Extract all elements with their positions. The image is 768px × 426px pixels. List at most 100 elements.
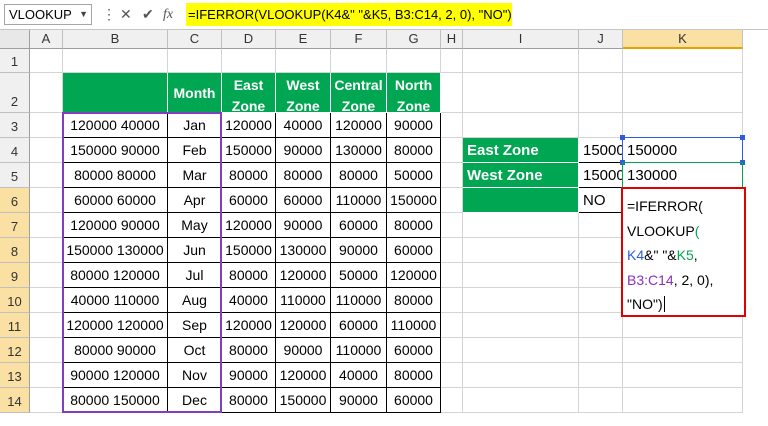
cell-f1[interactable] <box>331 49 387 73</box>
column-header-a[interactable]: A <box>30 30 63 49</box>
column-header-j[interactable]: J <box>579 30 623 49</box>
cell-k12[interactable] <box>623 338 743 363</box>
cell-i12[interactable] <box>463 338 579 363</box>
table-cell[interactable]: 80000 <box>222 388 276 413</box>
table-cell[interactable]: 120000 <box>222 213 276 238</box>
cell-a6[interactable] <box>30 188 63 213</box>
cell-j8[interactable] <box>579 238 623 263</box>
cell-i14[interactable] <box>463 388 579 413</box>
cell-h12[interactable] <box>441 338 463 363</box>
table-cell[interactable]: 110000 <box>276 288 331 313</box>
table-cell[interactable]: 150000 <box>222 138 276 163</box>
cell-i10[interactable] <box>463 288 579 313</box>
cell-i7[interactable] <box>463 213 579 238</box>
resize-handle-icon[interactable] <box>740 135 745 140</box>
cell-h5[interactable] <box>441 163 463 188</box>
table-cell[interactable]: 120000 <box>276 363 331 388</box>
cell-h6[interactable] <box>441 188 463 213</box>
cell-j3[interactable] <box>579 113 623 138</box>
lookup-key-cell[interactable]: 80000 120000 <box>63 263 168 288</box>
cell-h9[interactable] <box>441 263 463 288</box>
lookup-key-cell[interactable]: 80000 80000 <box>63 163 168 188</box>
table-cell[interactable]: Nov <box>168 363 222 388</box>
row-header-14[interactable]: 14 <box>0 388 30 413</box>
cell-k1[interactable] <box>623 49 743 73</box>
table-cell[interactable]: 110000 <box>387 313 441 338</box>
row-header-3[interactable]: 3 <box>0 113 30 138</box>
table-cell[interactable]: 60000 <box>276 188 331 213</box>
row-header-12[interactable]: 12 <box>0 338 30 363</box>
cell-h3[interactable] <box>441 113 463 138</box>
cell-k2[interactable] <box>623 73 743 113</box>
cell-e1[interactable] <box>276 49 331 73</box>
fx-icon[interactable]: fx <box>163 4 173 25</box>
cell-i8[interactable] <box>463 238 579 263</box>
enter-icon[interactable]: ✔ <box>142 4 154 25</box>
lookup-key-cell[interactable]: 60000 60000 <box>63 188 168 213</box>
lookup-key-cell[interactable]: 150000 90000 <box>63 138 168 163</box>
cell-h4[interactable] <box>441 138 463 163</box>
cell-a4[interactable] <box>30 138 63 163</box>
cell-i2[interactable] <box>463 73 579 113</box>
table-cell[interactable]: 90000 <box>222 363 276 388</box>
cell-i13[interactable] <box>463 363 579 388</box>
cell-a13[interactable] <box>30 363 63 388</box>
table-cell[interactable]: 120000 <box>276 313 331 338</box>
cell-h8[interactable] <box>441 238 463 263</box>
table-cell[interactable]: 80000 <box>222 163 276 188</box>
row-header-4[interactable]: 4 <box>0 138 30 163</box>
cell-b1[interactable] <box>63 49 168 73</box>
table-cell[interactable]: 80000 <box>331 163 387 188</box>
west-zone-j-value[interactable]: 150000 <box>579 163 623 188</box>
row-header-6[interactable]: 6 <box>0 188 30 213</box>
table-cell[interactable]: May <box>168 213 222 238</box>
result-j-value[interactable]: NO <box>579 188 623 213</box>
column-header-c[interactable]: C <box>168 30 222 49</box>
cell-a5[interactable] <box>30 163 63 188</box>
cell-a11[interactable] <box>30 313 63 338</box>
east-zone-label[interactable]: East Zone <box>463 138 579 163</box>
table-cell[interactable]: 80000 <box>276 163 331 188</box>
table-cell[interactable]: 90000 <box>331 388 387 413</box>
cell-a2[interactable] <box>30 73 63 113</box>
table-cell[interactable]: Jul <box>168 263 222 288</box>
table-cell[interactable]: 150000 <box>222 238 276 263</box>
table-cell[interactable]: 130000 <box>331 138 387 163</box>
table-cell[interactable]: 120000 <box>222 113 276 138</box>
cell-a10[interactable] <box>30 288 63 313</box>
table-cell[interactable]: Sep <box>168 313 222 338</box>
column-header-i[interactable]: I <box>463 30 579 49</box>
table-cell[interactable]: 90000 <box>276 138 331 163</box>
column-header-k[interactable]: K <box>623 30 743 49</box>
table-cell[interactable]: 60000 <box>331 313 387 338</box>
table-cell[interactable]: Oct <box>168 338 222 363</box>
column-header-e[interactable]: E <box>276 30 331 49</box>
cell-j9[interactable] <box>579 263 623 288</box>
column-header-d[interactable]: D <box>222 30 276 49</box>
cell-i1[interactable] <box>463 49 579 73</box>
table-cell[interactable]: 80000 <box>387 363 441 388</box>
cell-a7[interactable] <box>30 213 63 238</box>
lookup-key-cell[interactable]: 150000 130000 <box>63 238 168 263</box>
cancel-icon[interactable]: ✕ <box>120 4 132 25</box>
table-cell[interactable]: Dec <box>168 388 222 413</box>
table-cell[interactable]: Jan <box>168 113 222 138</box>
cell-i11[interactable] <box>463 313 579 338</box>
table-cell[interactable]: 120000 <box>222 313 276 338</box>
cell-a14[interactable] <box>30 388 63 413</box>
row-header-5[interactable]: 5 <box>0 163 30 188</box>
in-cell-formula-editor[interactable]: =IFERROR(VLOOKUP(K4&" "&K5, B3:C14, 2, 0)… <box>621 187 746 317</box>
cell-i3[interactable] <box>463 113 579 138</box>
table-cell[interactable]: 120000 <box>387 263 441 288</box>
cell-k3[interactable] <box>623 113 743 138</box>
table-cell[interactable]: Feb <box>168 138 222 163</box>
table-cell[interactable]: 110000 <box>331 338 387 363</box>
cell-j14[interactable] <box>579 388 623 413</box>
cell-h11[interactable] <box>441 313 463 338</box>
row-header-7[interactable]: 7 <box>0 213 30 238</box>
lookup-key-cell[interactable]: 80000 150000 <box>63 388 168 413</box>
row-header-13[interactable]: 13 <box>0 363 30 388</box>
cell-k13[interactable] <box>623 363 743 388</box>
table-cell[interactable]: Mar <box>168 163 222 188</box>
resize-handle-icon[interactable] <box>740 160 745 165</box>
